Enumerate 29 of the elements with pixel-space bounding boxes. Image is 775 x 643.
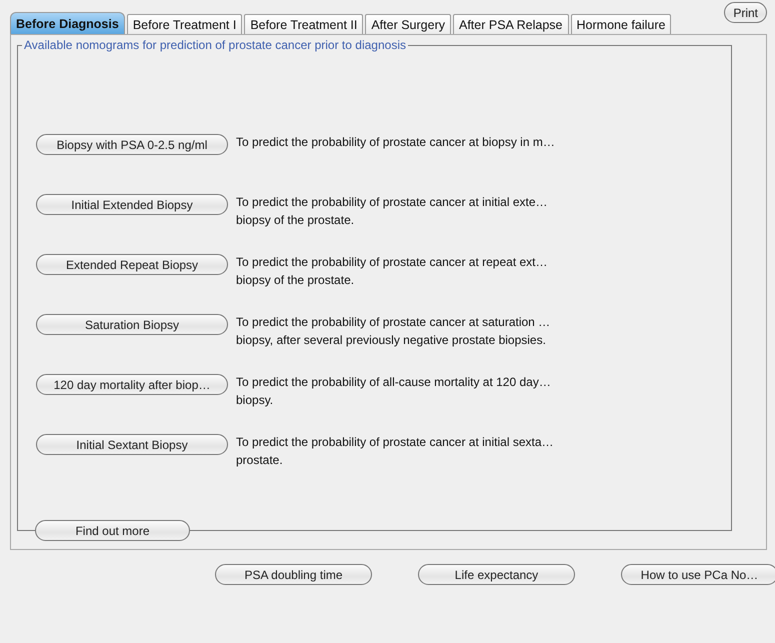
nomogram-description: biopsy of the prostate.	[236, 213, 356, 227]
nomogram-description: biopsy of the prostate.	[236, 273, 356, 287]
nomogram-description: To predict the probability of prostate cancer at repeat ext…	[236, 255, 548, 269]
nomogram-button[interactable]: 120 day mortality after biop…	[36, 374, 228, 395]
tab[interactable]: Before Diagnosis	[10, 12, 125, 34]
tab[interactable]: Before Treatment II	[244, 14, 364, 34]
nomogram-button[interactable]: Initial Sextant Biopsy	[36, 434, 228, 455]
print-button[interactable]: Print	[724, 2, 767, 23]
nomogram-description: To predict the probability of all-cause mortality at 120 day…	[236, 375, 551, 389]
nomogram-description: prostate.	[236, 453, 284, 467]
group-title: Available nomograms for prediction of prostate cancer prior to diagnosis	[22, 38, 408, 52]
nomogram-button[interactable]: Saturation Biopsy	[36, 314, 228, 335]
nomogram-description: To predict the probability of prostate cancer at initial sexta…	[236, 435, 554, 449]
tab[interactable]: After Surgery	[365, 14, 451, 34]
nomogram-description: biopsy.	[236, 393, 274, 407]
tab[interactable]: After PSA Relapse	[452, 14, 569, 34]
bottom-button[interactable]: PSA doubling time	[215, 564, 372, 585]
bottom-button[interactable]: How to use PCa No…	[621, 564, 775, 585]
nomogram-description: To predict the probability of prostate cancer at biopsy in m…	[236, 135, 555, 149]
nomogram-button[interactable]: Extended Repeat Biopsy	[36, 254, 228, 275]
nomogram-button[interactable]: Biopsy with PSA 0-2.5 ng/ml	[36, 134, 228, 155]
nomogram-description: biopsy, after several previously negative prostate biopsies.	[236, 333, 547, 347]
nomogram-description: To predict the probability of prostate cancer at saturation …	[236, 315, 550, 329]
tab[interactable]: Hormone failure	[570, 14, 672, 34]
nomogram-button[interactable]: Initial Extended Biopsy	[36, 194, 228, 215]
bottom-button[interactable]: Life expectancy	[418, 564, 575, 585]
tab[interactable]: Before Treatment I	[126, 14, 242, 34]
nomogram-description: To predict the probability of prostate cancer at initial exte…	[236, 195, 548, 209]
find-out-more-button[interactable]: Find out more	[35, 520, 190, 541]
